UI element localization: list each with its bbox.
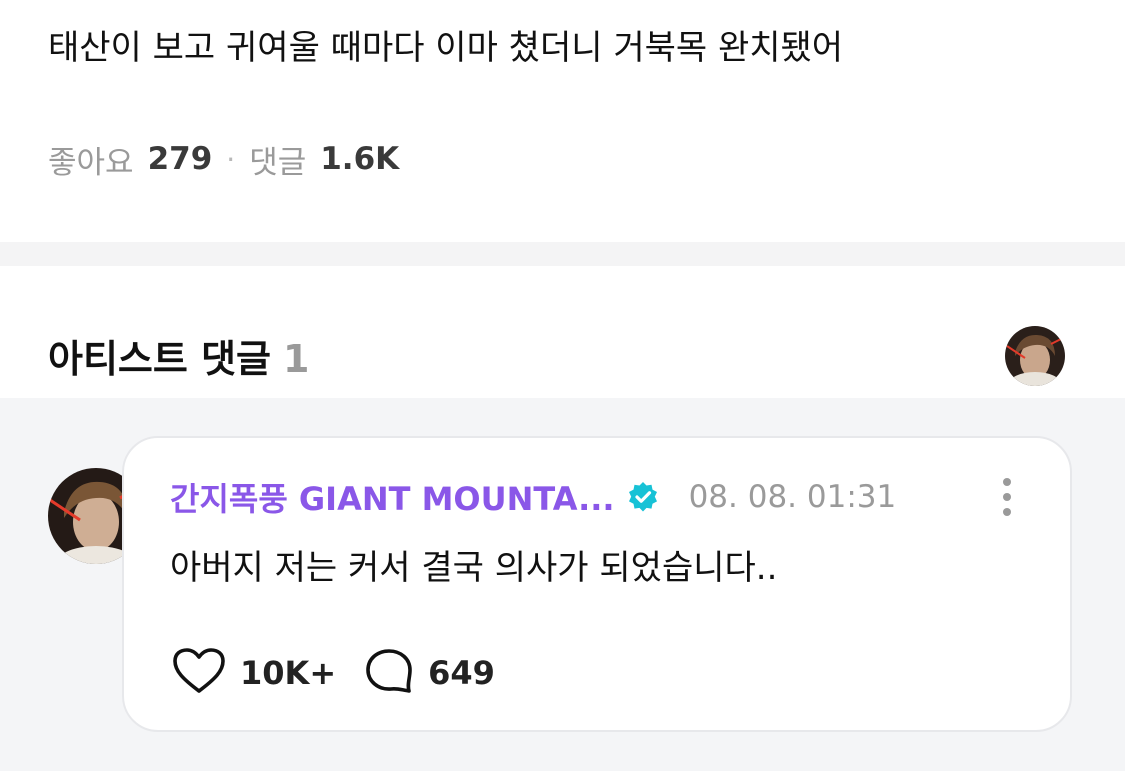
artist-avatar-small[interactable] [1005,326,1065,386]
comments-label[interactable]: 댓글 [249,137,306,182]
likes-count[interactable]: 279 [148,141,213,177]
likes-label[interactable]: 좋아요 [48,137,134,182]
more-vertical-icon[interactable] [992,476,1022,518]
reply-button[interactable]: 649 [364,647,495,699]
artist-comment-card: 간지폭풍 GIANT MOUNTA... 08. 08. 01:31 아버지 저… [122,436,1072,732]
like-count: 10K+ [240,654,337,692]
verified-badge-icon [627,481,659,513]
comment-actions: 10K+ 649 [172,646,495,700]
comment-timestamp: 08. 08. 01:31 [688,479,897,515]
comment-text: 아버지 저는 커서 결국 의사가 되었습니다.. [170,548,778,588]
comment-header: 간지폭풍 GIANT MOUNTA... 08. 08. 01:31 [170,474,896,520]
like-button[interactable]: 10K+ [172,647,336,699]
heart-icon [172,647,226,699]
artist-comments-title: 아티스트 댓글 1 [48,328,309,383]
comments-count[interactable]: 1.6K [320,141,399,177]
stats-separator: · [226,142,236,176]
section-divider [0,242,1125,266]
post-stats: 좋아요 279 · 댓글 1.6K [48,135,399,183]
artist-comments-header: 아티스트 댓글 1 [0,266,1125,398]
post-body: 태산이 보고 귀여울 때마다 이마 쳤더니 거북목 완치됐어 좋아요 279 ·… [0,0,1125,242]
artist-comments-title-text: 아티스트 댓글 [48,337,271,381]
artist-comments-count: 1 [283,337,310,381]
speech-bubble-icon [364,647,414,699]
artist-comment-area: 간지폭풍 GIANT MOUNTA... 08. 08. 01:31 아버지 저… [0,398,1125,771]
comment-author-name[interactable]: 간지폭풍 GIANT MOUNTA... [170,474,615,520]
reply-count: 649 [428,654,495,692]
post-text: 태산이 보고 귀여울 때마다 이마 쳤더니 거북목 완치됐어 [48,28,844,68]
